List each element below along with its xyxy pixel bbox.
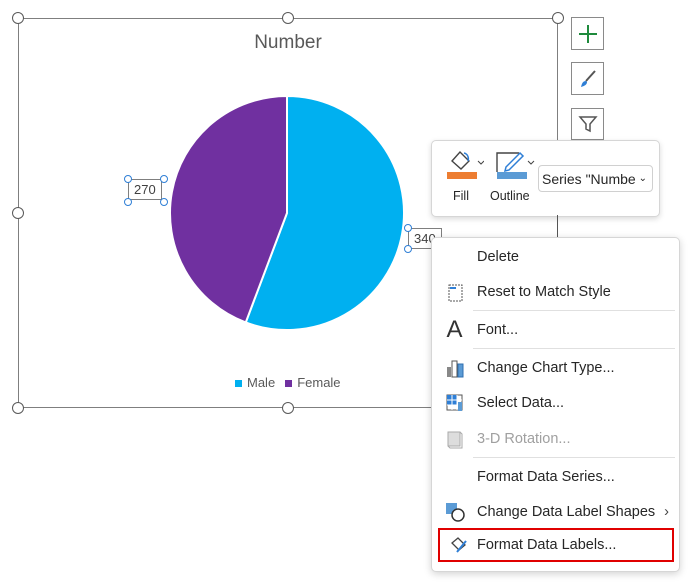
chart-type-icon bbox=[432, 358, 477, 378]
mini-toolbar: Fill Outline Series "Numbe ⌄ bbox=[431, 140, 660, 217]
menu-item-delete[interactable]: Delete bbox=[432, 239, 679, 274]
chart-elements-button[interactable] bbox=[571, 17, 604, 50]
fill-label: Fill bbox=[453, 189, 469, 203]
reset-icon bbox=[432, 282, 477, 302]
menu-item-change-chart-type[interactable]: Change Chart Type... bbox=[432, 350, 679, 385]
outline-button[interactable]: Outline bbox=[490, 147, 542, 209]
series-select[interactable]: Series "Numbe ⌄ bbox=[538, 165, 653, 192]
brush-icon bbox=[580, 69, 596, 87]
menu-item-format-data-labels[interactable]: Format Data Labels... bbox=[438, 528, 674, 562]
chevron-down-icon: ⌄ bbox=[638, 173, 647, 184]
chevron-right-icon: › bbox=[664, 503, 669, 520]
menu-item-change-data-label-shapes[interactable]: Change Data Label Shapes › bbox=[432, 494, 679, 529]
format-labels-icon bbox=[440, 535, 477, 555]
fill-button[interactable]: Fill bbox=[444, 147, 489, 209]
chart-filters-button[interactable] bbox=[571, 108, 604, 140]
menu-item-reset[interactable]: Reset to Match Style bbox=[432, 274, 679, 309]
legend-female: Female bbox=[285, 375, 341, 390]
outline-label: Outline bbox=[490, 189, 530, 203]
pen-outline-icon bbox=[496, 151, 535, 179]
menu-item-3d-rotation: 3-D Rotation... bbox=[432, 421, 679, 456]
font-icon: A bbox=[446, 315, 463, 343]
data-label-female[interactable]: 270 bbox=[128, 179, 162, 200]
menu-item-format-data-series[interactable]: Format Data Series... bbox=[432, 459, 679, 494]
paint-bucket-icon bbox=[447, 150, 485, 179]
chart-styles-button[interactable] bbox=[571, 62, 604, 95]
menu-item-select-data[interactable]: Select Data... bbox=[432, 385, 679, 420]
3d-rotation-icon bbox=[432, 429, 477, 449]
shapes-icon bbox=[432, 501, 477, 523]
menu-item-font[interactable]: A Font... bbox=[432, 312, 679, 347]
filter-icon bbox=[577, 116, 598, 133]
legend[interactable]: Male Female bbox=[235, 375, 341, 390]
legend-male: Male bbox=[235, 375, 275, 390]
select-data-icon bbox=[432, 393, 477, 413]
plus-icon bbox=[578, 24, 597, 43]
context-menu: Delete Reset to Match Style A Font... Cha… bbox=[431, 237, 680, 572]
